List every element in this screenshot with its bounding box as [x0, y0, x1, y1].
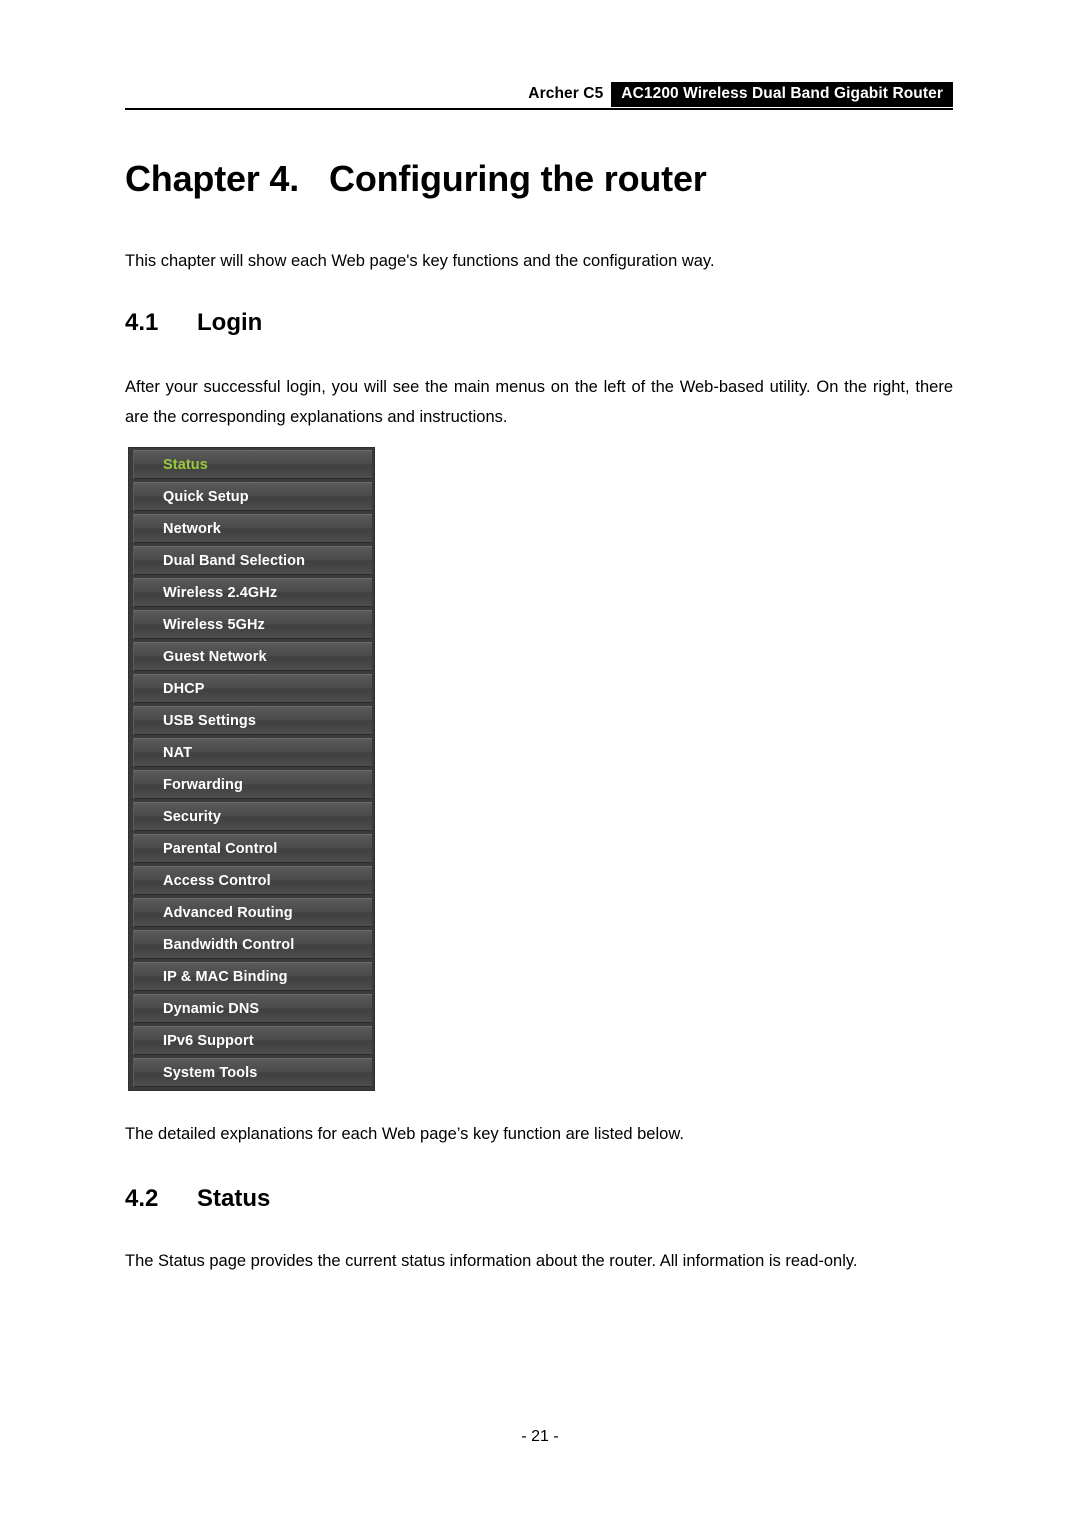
menu-item-label: Guest Network [163, 648, 267, 665]
status-paragraph: The Status page provides the current sta… [125, 1252, 858, 1270]
page-title: Chapter 4. Configuring the router [125, 158, 953, 200]
menu-item-quick-setup[interactable]: Quick Setup [133, 482, 372, 511]
menu-item-label: NAT [163, 744, 193, 761]
header-model-name: Archer C5 [528, 85, 604, 102]
below-menu-paragraph: The detailed explanations for each Web p… [125, 1125, 684, 1143]
menu-item-label: Status [163, 456, 208, 473]
menu-item-wireless-5ghz[interactable]: Wireless 5GHz [133, 610, 372, 639]
menu-item-network[interactable]: Network [133, 514, 372, 543]
menu-item-label: Wireless 2.4GHz [163, 584, 278, 601]
section-title-status: Status [197, 1185, 271, 1212]
menu-item-label: Network [163, 520, 221, 537]
menu-item-label: Wireless 5GHz [163, 616, 265, 633]
menu-item-dhcp[interactable]: DHCP [133, 674, 372, 703]
menu-item-label: Security [163, 808, 222, 825]
menu-item-label: Quick Setup [163, 488, 249, 505]
menu-item-status[interactable]: Status [133, 450, 372, 479]
menu-item-security[interactable]: Security [133, 802, 372, 831]
menu-item-system-tools[interactable]: System Tools [133, 1058, 372, 1087]
menu-item-label: Access Control [163, 872, 271, 889]
chapter-number: Chapter 4. [125, 158, 300, 199]
menu-item-forwarding[interactable]: Forwarding [133, 770, 372, 799]
menu-item-wireless-24ghz[interactable]: Wireless 2.4GHz [133, 578, 372, 607]
menu-item-label: Parental Control [163, 840, 278, 857]
router-main-menu: Status Quick Setup Network Dual Band Sel… [128, 447, 375, 1091]
menu-item-parental-control[interactable]: Parental Control [133, 834, 372, 863]
menu-item-label: Advanced Routing [163, 904, 293, 921]
page-footer: - 21 - [521, 1428, 559, 1445]
menu-item-label: Dual Band Selection [163, 552, 306, 569]
section-number-status: 4.2 [125, 1185, 159, 1212]
menu-item-label: System Tools [163, 1064, 258, 1081]
section-number-login: 4.1 [125, 309, 159, 336]
menu-item-label: DHCP [163, 680, 205, 697]
section-heading-login: 4.1 Login [125, 309, 953, 337]
menu-item-label: Dynamic DNS [163, 1000, 260, 1017]
menu-item-ipv6-support[interactable]: IPv6 Support [133, 1026, 372, 1055]
section-heading-status: 4.2 Status [125, 1185, 953, 1213]
menu-item-label: Bandwidth Control [163, 936, 295, 953]
intro-paragraph: This chapter will show each Web page's k… [125, 252, 715, 270]
menu-item-access-control[interactable]: Access Control [133, 866, 372, 895]
login-paragraph: After your successful login, you will se… [125, 378, 953, 426]
menu-item-bandwidth-control[interactable]: Bandwidth Control [133, 930, 372, 959]
menu-item-advanced-routing[interactable]: Advanced Routing [133, 898, 372, 927]
menu-item-label: IP & MAC Binding [163, 968, 288, 985]
section-title-login: Login [197, 309, 263, 336]
page-header: Archer C5 AC1200 Wireless Dual Band Giga… [125, 81, 953, 107]
document-page: Archer C5 AC1200 Wireless Dual Band Giga… [0, 0, 1080, 1527]
menu-item-label: IPv6 Support [163, 1032, 254, 1049]
menu-item-dual-band-selection[interactable]: Dual Band Selection [133, 546, 372, 575]
menu-item-nat[interactable]: NAT [133, 738, 372, 767]
menu-item-label: Forwarding [163, 776, 243, 793]
menu-item-guest-network[interactable]: Guest Network [133, 642, 372, 671]
menu-item-label: USB Settings [163, 712, 257, 729]
menu-item-usb-settings[interactable]: USB Settings [133, 706, 372, 735]
header-product-name: AC1200 Wireless Dual Band Gigabit Router [611, 81, 953, 107]
menu-item-dynamic-dns[interactable]: Dynamic DNS [133, 994, 372, 1023]
header-divider [125, 108, 953, 110]
chapter-name: Configuring the router [329, 158, 707, 199]
menu-item-ip-mac-binding[interactable]: IP & MAC Binding [133, 962, 372, 991]
